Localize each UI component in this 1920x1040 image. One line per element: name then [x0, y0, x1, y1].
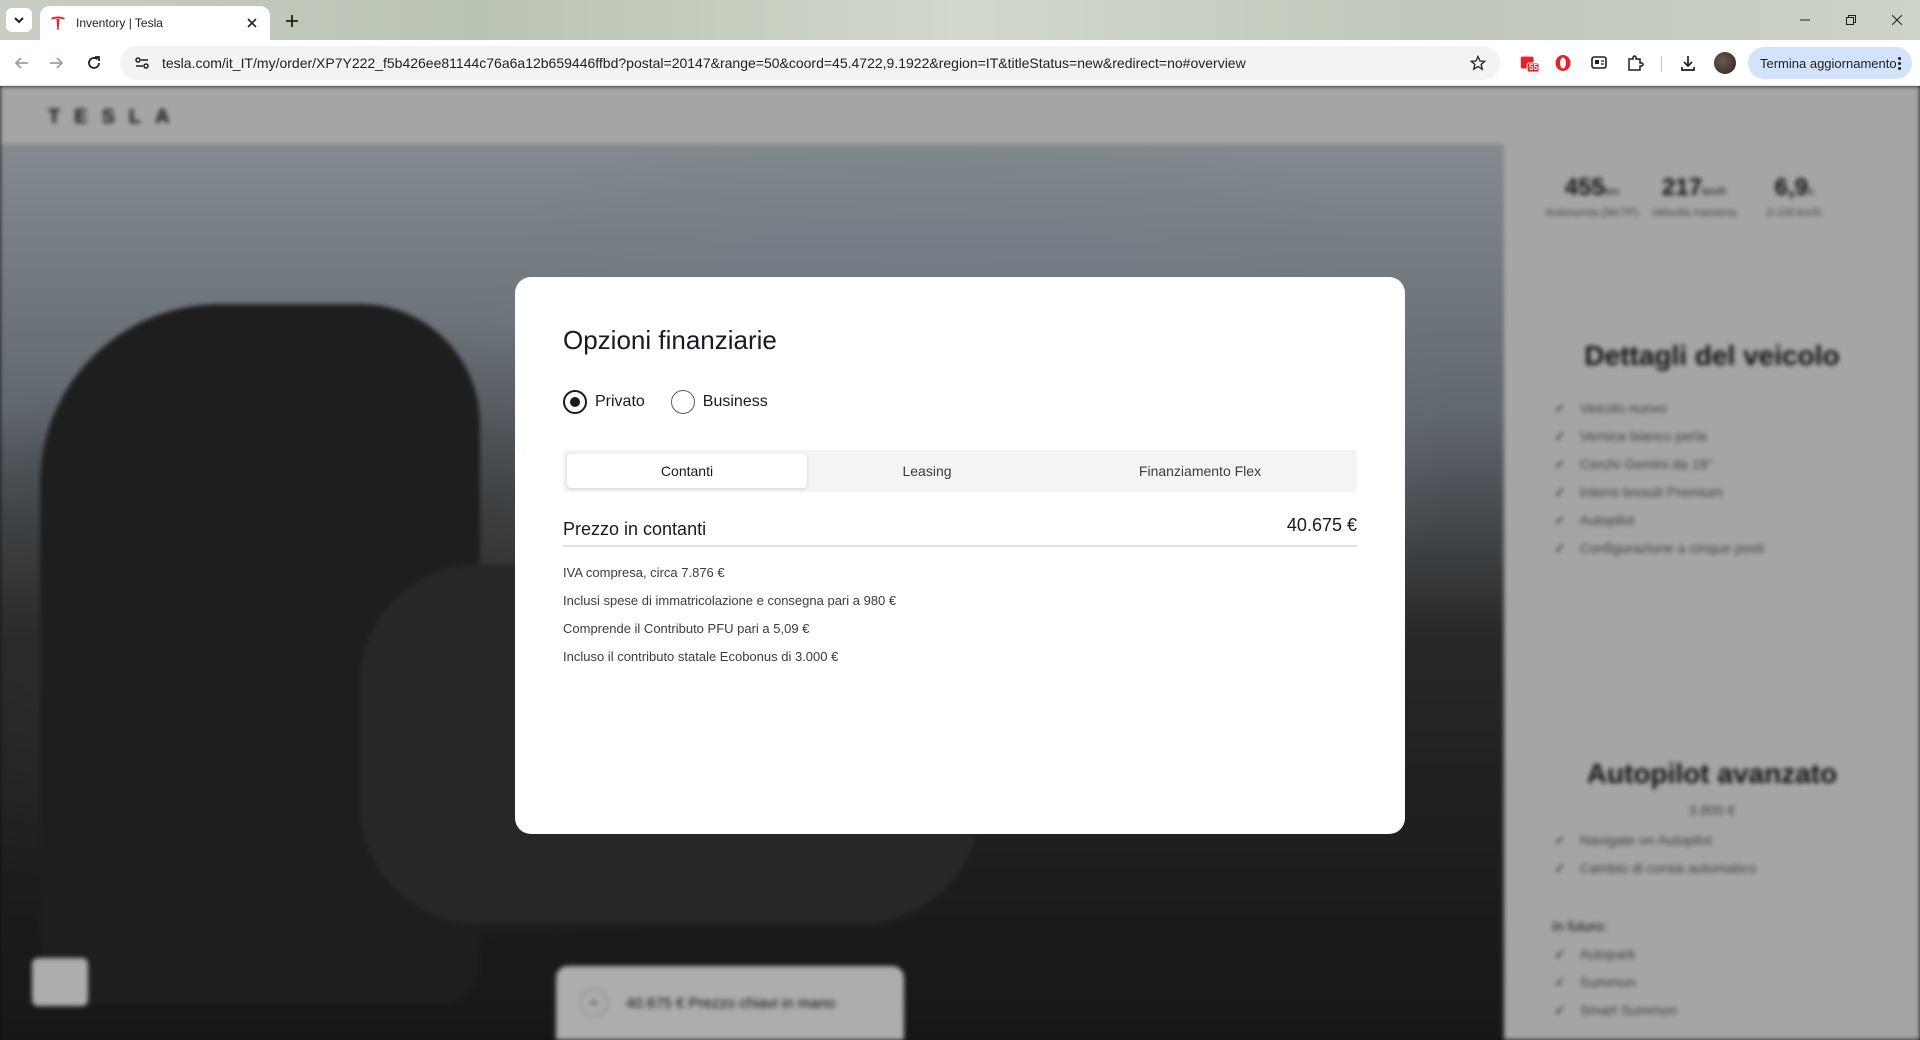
- list-item: Comprende il Contributo PFU pari a 5,09 …: [563, 621, 810, 636]
- plus-icon: [286, 15, 298, 27]
- radio-label: Business: [702, 393, 768, 410]
- browser-tab[interactable]: Inventory | Tesla: [40, 6, 270, 40]
- url-text[interactable]: tesla.com/it_IT/my/order/XP7Y222_f5b426e…: [162, 55, 1468, 71]
- new-tab-button[interactable]: [280, 9, 304, 33]
- profile-avatar[interactable]: [1714, 52, 1736, 74]
- restore-button[interactable]: [1828, 0, 1874, 40]
- payment-type-tabs: Contanti Leasing Finanziamento Flex: [563, 450, 1357, 492]
- cash-price-row: Prezzo in contanti 40.675 €: [563, 513, 1357, 547]
- opera-extension-icon[interactable]: [1553, 53, 1573, 73]
- financing-options-modal: Opzioni finanziarie Privato Business Con…: [515, 277, 1405, 834]
- cash-price-label: Prezzo in contanti: [563, 519, 707, 539]
- media-extension-icon[interactable]: [1589, 53, 1609, 73]
- more-vert-icon[interactable]: [1897, 56, 1902, 70]
- tesla-favicon-icon: [50, 15, 66, 31]
- calendar-extension-icon[interactable]: 55: [1519, 53, 1539, 73]
- extensions-puzzle-icon[interactable]: [1625, 53, 1645, 73]
- tab-contanti[interactable]: Contanti: [567, 454, 807, 488]
- reload-button[interactable]: [82, 51, 106, 75]
- price-notes: IVA compresa, circa 7.876 € Inclusi spes…: [563, 559, 896, 671]
- chevron-down-icon: [14, 17, 24, 24]
- radio-business[interactable]: Business: [670, 390, 768, 414]
- update-button-label: Termina aggiornamento: [1760, 55, 1897, 71]
- back-button[interactable]: [10, 51, 34, 75]
- arrow-left-icon: [14, 57, 28, 69]
- radio-privato[interactable]: Privato: [563, 390, 645, 414]
- radio-label: Privato: [595, 393, 645, 410]
- radio-checked-icon[interactable]: [563, 390, 587, 414]
- site-info-icon[interactable]: [132, 53, 152, 73]
- extension-badge: 55: [1529, 63, 1538, 72]
- cash-price-value: 40.675 €: [1286, 515, 1357, 535]
- close-window-button[interactable]: [1874, 0, 1920, 40]
- tab-finanziamento-flex[interactable]: Finanziamento Flex: [1047, 454, 1353, 488]
- restore-icon: [1846, 15, 1856, 25]
- list-item: IVA compresa, circa 7.876 €: [563, 565, 725, 580]
- tab-search-button[interactable]: [6, 8, 32, 32]
- tab-title: Inventory | Tesla: [76, 16, 163, 30]
- bookmark-star-icon[interactable]: [1468, 53, 1488, 73]
- arrow-right-icon: [50, 57, 64, 69]
- modal-title: Opzioni finanziarie: [563, 325, 777, 355]
- address-bar[interactable]: tesla.com/it_IT/my/order/XP7Y222_f5b426e…: [120, 46, 1500, 80]
- browser-toolbar: tesla.com/it_IT/my/order/XP7Y222_f5b426e…: [0, 40, 1920, 86]
- reload-icon: [88, 56, 100, 69]
- minimize-icon: [1800, 19, 1810, 21]
- forward-button[interactable]: [44, 51, 68, 75]
- minimize-button[interactable]: [1782, 0, 1828, 40]
- tab-strip: Inventory | Tesla: [0, 0, 1920, 40]
- radio-unchecked-icon[interactable]: [670, 390, 695, 414]
- close-icon: [1892, 15, 1902, 25]
- customer-type-radio-group: Privato Business: [563, 390, 794, 414]
- window-controls: [1782, 0, 1920, 40]
- close-tab-icon[interactable]: [244, 15, 260, 31]
- download-icon[interactable]: [1678, 53, 1698, 73]
- tab-leasing[interactable]: Leasing: [807, 454, 1047, 488]
- toolbar-divider: [1661, 56, 1662, 72]
- list-item: Incluso il contributo statale Ecobonus d…: [563, 649, 839, 664]
- list-item: Inclusi spese di immatricolazione e cons…: [563, 593, 897, 608]
- update-button[interactable]: Termina aggiornamento: [1748, 47, 1912, 79]
